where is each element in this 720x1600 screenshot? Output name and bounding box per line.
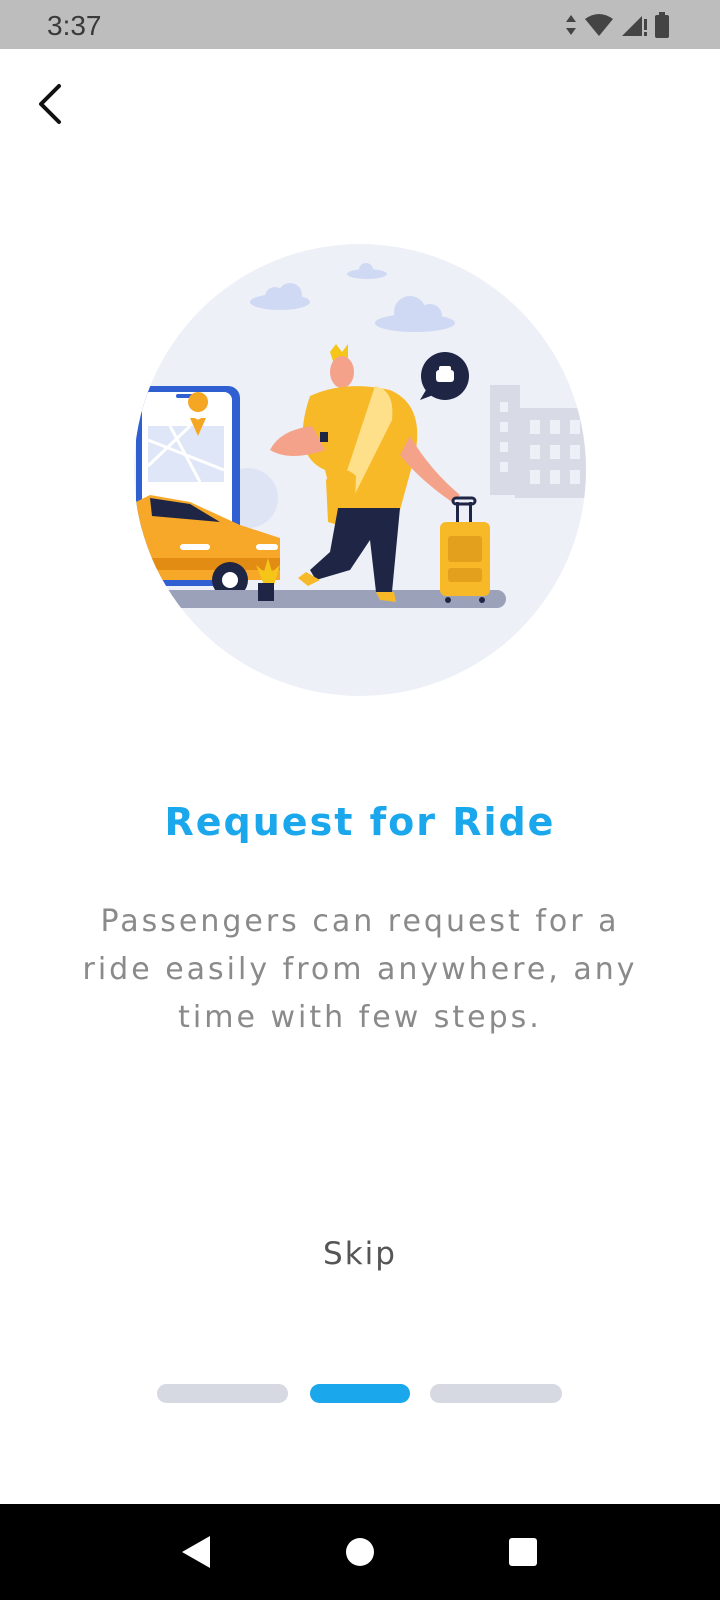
signal-icon <box>622 16 647 36</box>
status-bar: 3:37 <box>0 0 720 49</box>
page-dot-2-active[interactable] <box>310 1384 410 1403</box>
nav-recents-button[interactable] <box>497 1526 549 1578</box>
battery-icon <box>655 12 669 38</box>
onboarding-description: Passengers can request for a ride easily… <box>82 904 638 1035</box>
back-triangle-icon <box>182 1536 210 1568</box>
page-dot-3[interactable] <box>430 1384 562 1403</box>
home-circle-icon <box>346 1538 374 1566</box>
onboarding-title: Request for Ride <box>164 800 556 844</box>
data-arrows-icon <box>566 15 576 35</box>
status-icons <box>564 12 670 38</box>
page-indicator <box>0 1384 720 1404</box>
page-dot-1[interactable] <box>157 1384 288 1403</box>
recents-square-icon <box>509 1538 537 1566</box>
skip-button[interactable]: Skip <box>300 1236 420 1286</box>
ride-request-illustration <box>134 244 586 696</box>
nav-home-button[interactable] <box>334 1526 386 1578</box>
back-button[interactable] <box>22 76 78 132</box>
nav-back-button[interactable] <box>170 1526 222 1578</box>
status-time: 3:37 <box>47 10 102 41</box>
system-nav-bar <box>0 1504 720 1600</box>
chevron-left-icon <box>39 84 61 124</box>
wifi-icon <box>585 14 613 36</box>
